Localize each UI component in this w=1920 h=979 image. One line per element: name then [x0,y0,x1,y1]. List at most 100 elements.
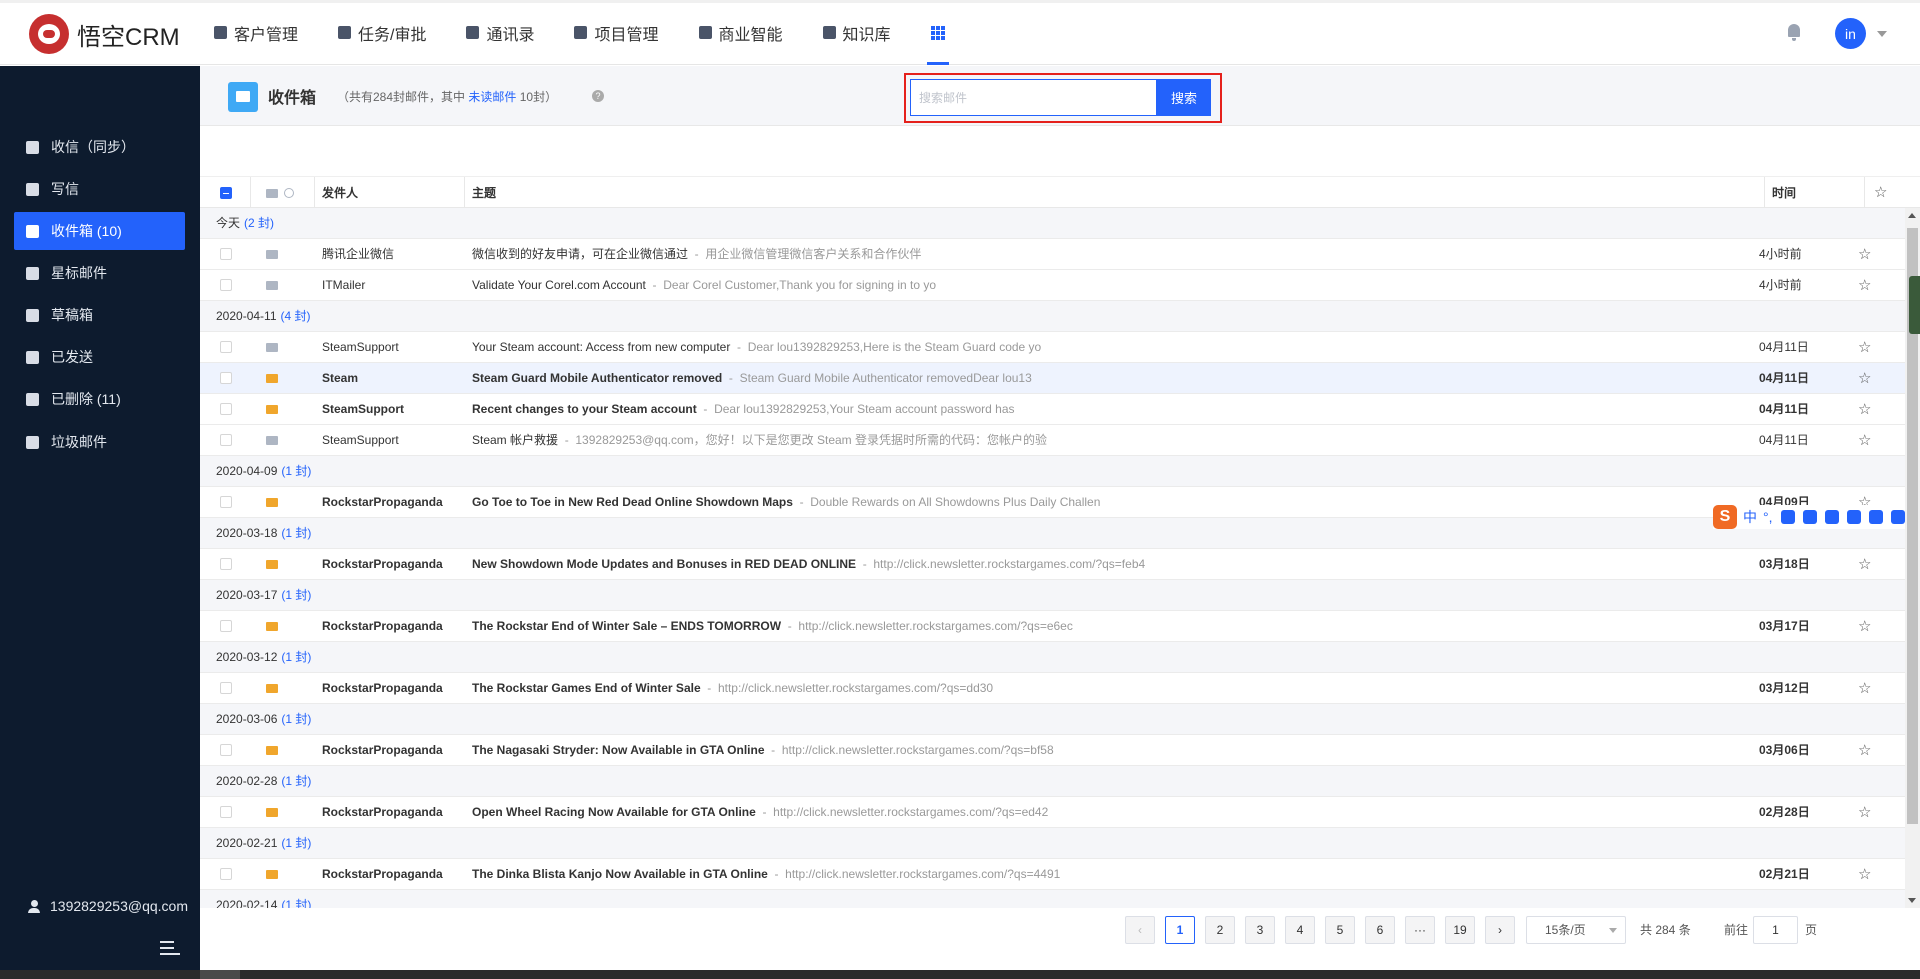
row-checkbox[interactable] [220,868,232,880]
mail-row[interactable]: RockstarPropaganda The Dinka Blista Kanjo… [200,859,1905,890]
app-logo[interactable]: 悟空CRM [29,14,180,54]
scroll-down-arrow-icon[interactable] [1908,898,1916,903]
row-checkbox[interactable] [220,558,232,570]
ime-punct-label[interactable]: °, [1763,509,1773,525]
sidebar-item-compose[interactable]: 写信 [14,170,185,208]
page-number-button[interactable]: 1 [1165,916,1195,944]
mail-row[interactable]: ITMailer Validate Your Corel.com Account … [200,270,1905,301]
row-checkbox[interactable] [220,403,232,415]
group-count[interactable]: (1 封) [281,836,311,850]
nav-project-management[interactable]: 项目管理 [574,0,659,65]
scroll-up-arrow-icon[interactable] [1908,213,1916,218]
group-count[interactable]: (1 封) [281,774,311,788]
nav-contacts[interactable]: 通讯录 [466,0,534,65]
mail-row[interactable]: 腾讯企业微信 微信收到的好友申请，可在企业微信通过 - 用企业微信管理微信客户关系… [200,239,1905,270]
page-number-button[interactable]: 5 [1325,916,1355,944]
keyboard-icon[interactable] [1824,510,1839,524]
nav-apps-grid[interactable] [926,0,949,65]
mail-row[interactable]: RockstarPropaganda The Rockstar Games End… [200,673,1905,704]
group-count[interactable]: (1 封) [281,526,311,540]
mail-row[interactable]: RockstarPropaganda New Showdown Mode Upda… [200,549,1905,580]
star-toggle-icon[interactable]: ☆ [1858,805,1871,820]
row-checkbox[interactable] [220,620,232,632]
chevron-down-icon[interactable] [1877,31,1887,37]
mail-row[interactable]: RockstarPropaganda Open Wheel Racing Now … [200,797,1905,828]
current-user[interactable]: 1392829253@qq.com [28,898,188,914]
prev-page-button[interactable]: ‹ [1125,916,1155,944]
ime-toolbar[interactable]: S 中 °, [1713,505,1905,529]
star-toggle-icon[interactable]: ☆ [1858,340,1871,355]
row-checkbox[interactable] [220,279,232,291]
row-checkbox[interactable] [220,496,232,508]
sidebar-item-drafts[interactable]: 草稿箱 [14,296,185,334]
collapse-menu-icon[interactable] [160,941,180,955]
page-number-button[interactable]: 19 [1445,916,1475,944]
row-checkbox[interactable] [220,341,232,353]
row-checkbox[interactable] [220,744,232,756]
sogou-ime-icon[interactable]: S [1713,505,1737,529]
microphone-icon[interactable] [1802,510,1817,524]
avatar[interactable]: in [1835,18,1866,49]
star-toggle-icon[interactable]: ☆ [1858,247,1871,262]
star-toggle-icon[interactable]: ☆ [1858,557,1871,572]
search-input[interactable] [910,79,1157,116]
star-toggle-icon[interactable]: ☆ [1858,681,1871,696]
star-toggle-icon[interactable]: ☆ [1858,371,1871,386]
page-number-button[interactable]: 6 [1365,916,1395,944]
side-widget-tab[interactable] [1909,276,1920,334]
row-checkbox[interactable] [220,806,232,818]
star-toggle-icon[interactable]: ☆ [1858,743,1871,758]
star-toggle-icon[interactable]: ☆ [1858,278,1871,293]
group-count[interactable]: (1 封) [281,712,311,726]
star-toggle-icon[interactable]: ☆ [1858,867,1871,882]
column-header-sender[interactable]: 发件人 [322,177,358,209]
sidebar-item-spam[interactable]: 垃圾邮件 [14,423,185,461]
mail-row[interactable]: SteamSupport Recent changes to your Steam… [200,394,1905,425]
page-number-button[interactable]: 2 [1205,916,1235,944]
nav-knowledge-base[interactable]: 知识库 [822,0,891,65]
star-toggle-icon[interactable]: ☆ [1858,433,1871,448]
search-button[interactable]: 搜索 [1157,79,1211,116]
ime-mode-label[interactable]: 中 [1743,507,1757,527]
bell-icon[interactable] [1786,24,1802,41]
ime-menu-grid-icon[interactable] [1890,510,1905,524]
select-all-checkbox[interactable] [220,187,232,199]
nav-business-intelligence[interactable]: 商业智能 [698,0,783,65]
next-page-button[interactable]: › [1485,916,1515,944]
sidebar-item-deleted[interactable]: 已删除 (11) [14,380,185,418]
skin-icon[interactable] [1868,510,1883,524]
sidebar-item-sent[interactable]: 已发送 [14,338,185,376]
sidebar-item-inbox[interactable]: 收件箱 (10) [14,212,185,250]
page-number-button[interactable]: 3 [1245,916,1275,944]
star-column-icon[interactable]: ☆ [1874,185,1887,200]
column-header-subject[interactable]: 主题 [472,177,496,209]
column-header-time[interactable]: 时间 [1772,177,1796,209]
unread-mail-link[interactable]: 未读邮件 [468,90,516,104]
mail-row[interactable]: RockstarPropaganda The Nagasaki Stryder: … [200,735,1905,766]
group-count[interactable]: (2 封) [244,216,274,230]
mail-row[interactable]: RockstarPropaganda The Rockstar End of Wi… [200,611,1905,642]
goto-page-input[interactable] [1753,916,1798,944]
row-checkbox[interactable] [220,248,232,260]
group-count[interactable]: (1 封) [281,588,311,602]
nav-customer-management[interactable]: 客户管理 [214,0,298,65]
row-checkbox[interactable] [220,372,232,384]
row-checkbox[interactable] [220,434,232,446]
page-size-select[interactable]: 15条/页 [1526,916,1626,944]
mail-row[interactable]: RockstarPropaganda Go Toe to Toe in New R… [200,487,1905,518]
nav-tasks-approval[interactable]: 任务/审批 [338,0,426,65]
group-count[interactable]: (4 封) [281,309,311,323]
group-count[interactable]: (1 封) [281,464,311,478]
mail-row[interactable]: SteamSupport Your Steam account: Access f… [200,332,1905,363]
row-checkbox[interactable] [220,682,232,694]
sidebar-item-starred[interactable]: 星标邮件 [14,254,185,292]
star-toggle-icon[interactable]: ☆ [1858,402,1871,417]
emoji-icon[interactable] [1780,510,1795,524]
group-count[interactable]: (1 封) [281,650,311,664]
mail-row[interactable]: SteamSupport Steam 帐户救援 - 1392829253@qq.c… [200,425,1905,456]
help-icon[interactable]: ? [592,90,604,102]
star-toggle-icon[interactable]: ☆ [1858,619,1871,634]
mail-row[interactable]: Steam Steam Guard Mobile Authenticator re… [200,363,1905,394]
more-pages-button[interactable]: ··· [1405,916,1435,944]
taskbar-item[interactable] [200,970,240,979]
